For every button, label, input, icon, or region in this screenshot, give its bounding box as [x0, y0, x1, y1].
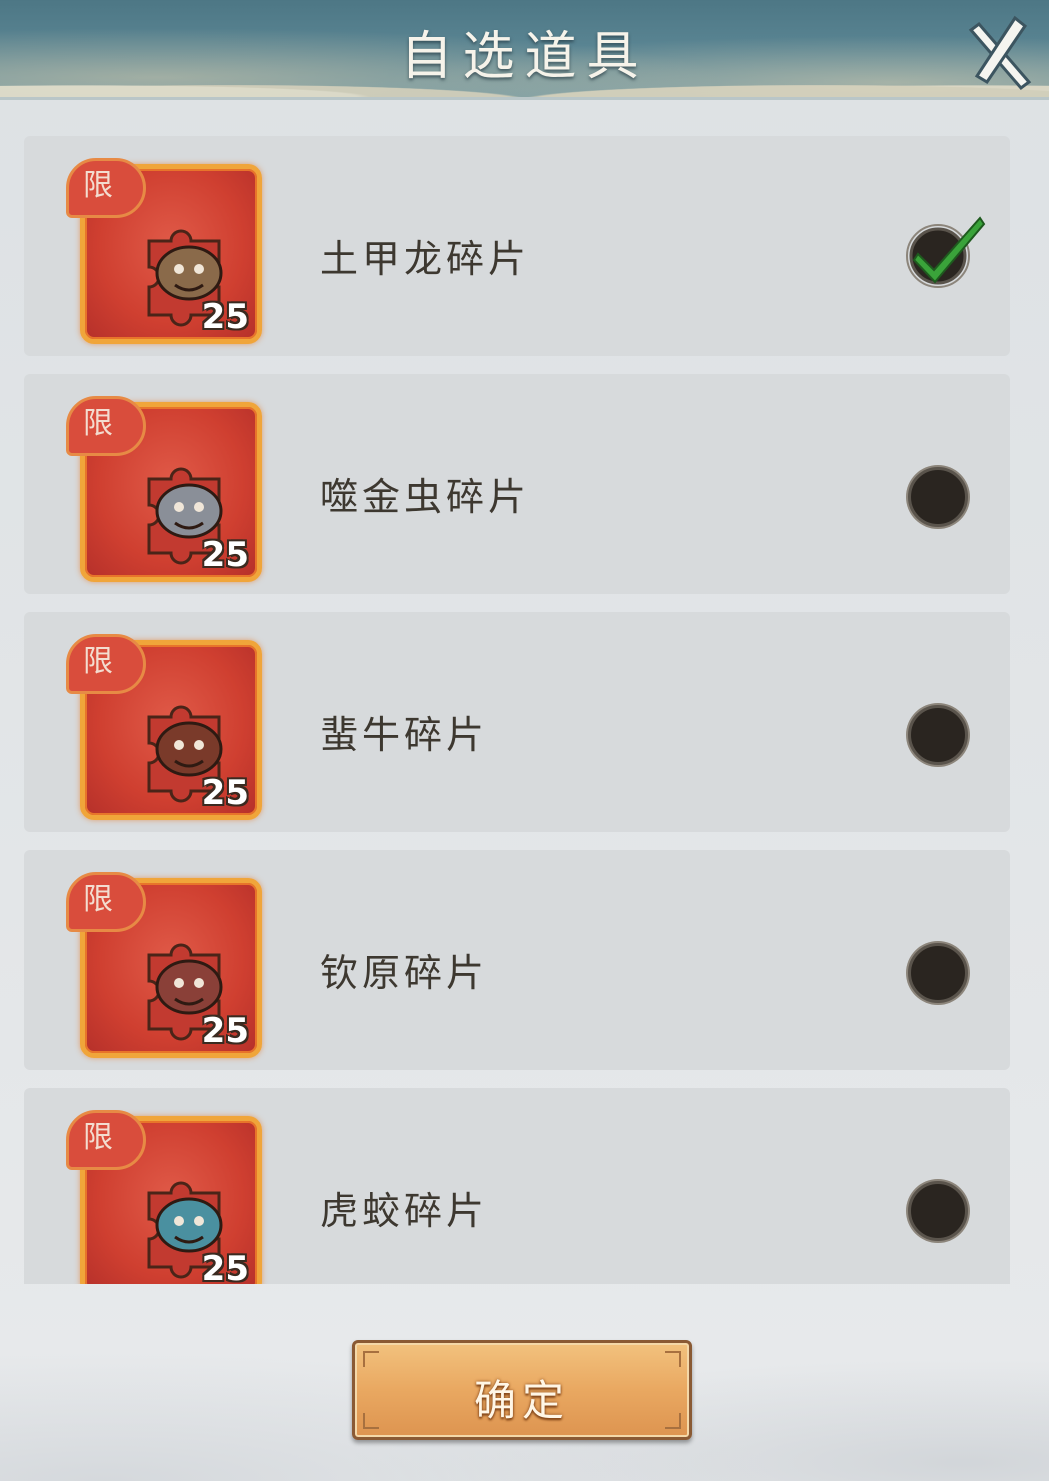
confirm-button[interactable]: 确定 — [352, 1340, 692, 1440]
radio-unselected[interactable] — [908, 467, 968, 527]
item-icon: 25 限 — [66, 872, 262, 1060]
list-item[interactable]: 25 限 土甲龙碎片 — [24, 136, 1010, 356]
radio-unselected[interactable] — [908, 705, 968, 765]
dialog-title: 自选道具 — [400, 27, 649, 87]
button-corner-ornament — [665, 1351, 681, 1367]
radio-unselected[interactable] — [908, 1181, 968, 1241]
item-name: 噬金虫碎片 — [320, 475, 531, 519]
item-name: 蜚牛碎片 — [320, 713, 489, 757]
list-item[interactable]: 25 限 噬金虫碎片 — [24, 374, 1010, 594]
limited-badge: 限 — [66, 158, 146, 218]
close-icon — [968, 15, 1032, 91]
button-corner-ornament — [363, 1351, 379, 1367]
item-icon: 25 限 — [66, 1110, 262, 1284]
item-name: 钦原碎片 — [320, 951, 489, 995]
item-name: 虎蛟碎片 — [320, 1189, 489, 1233]
item-quantity: 25 — [201, 773, 249, 813]
item-icon: 25 限 — [66, 634, 262, 822]
dialog-header: 自选道具 — [0, 0, 1049, 100]
list-item[interactable]: 25 限 蜚牛碎片 — [24, 612, 1010, 832]
item-quantity: 25 — [201, 1249, 249, 1284]
confirm-label: 确定 — [473, 1376, 570, 1425]
item-quantity: 25 — [201, 1011, 249, 1051]
limited-badge: 限 — [66, 634, 146, 694]
item-quantity: 25 — [201, 535, 249, 575]
list-item[interactable]: 25 限 虎蛟碎片 — [24, 1088, 1010, 1284]
item-name: 土甲龙碎片 — [320, 237, 531, 281]
item-icon: 25 限 — [66, 396, 262, 584]
checkmark-icon[interactable] — [904, 212, 988, 292]
limited-badge: 限 — [66, 872, 146, 932]
list-item[interactable]: 25 限 钦原碎片 — [24, 850, 1010, 1070]
item-list[interactable]: 25 限 土甲龙碎片 25 限 噬金虫碎片 25 限 蜚牛碎片 25 限 钦原碎… — [24, 136, 1010, 1284]
limited-badge: 限 — [66, 396, 146, 456]
item-quantity: 25 — [201, 297, 249, 337]
radio-unselected[interactable] — [908, 943, 968, 1003]
limited-badge: 限 — [66, 1110, 146, 1170]
item-icon: 25 限 — [66, 158, 262, 346]
close-button[interactable] — [963, 12, 1035, 94]
